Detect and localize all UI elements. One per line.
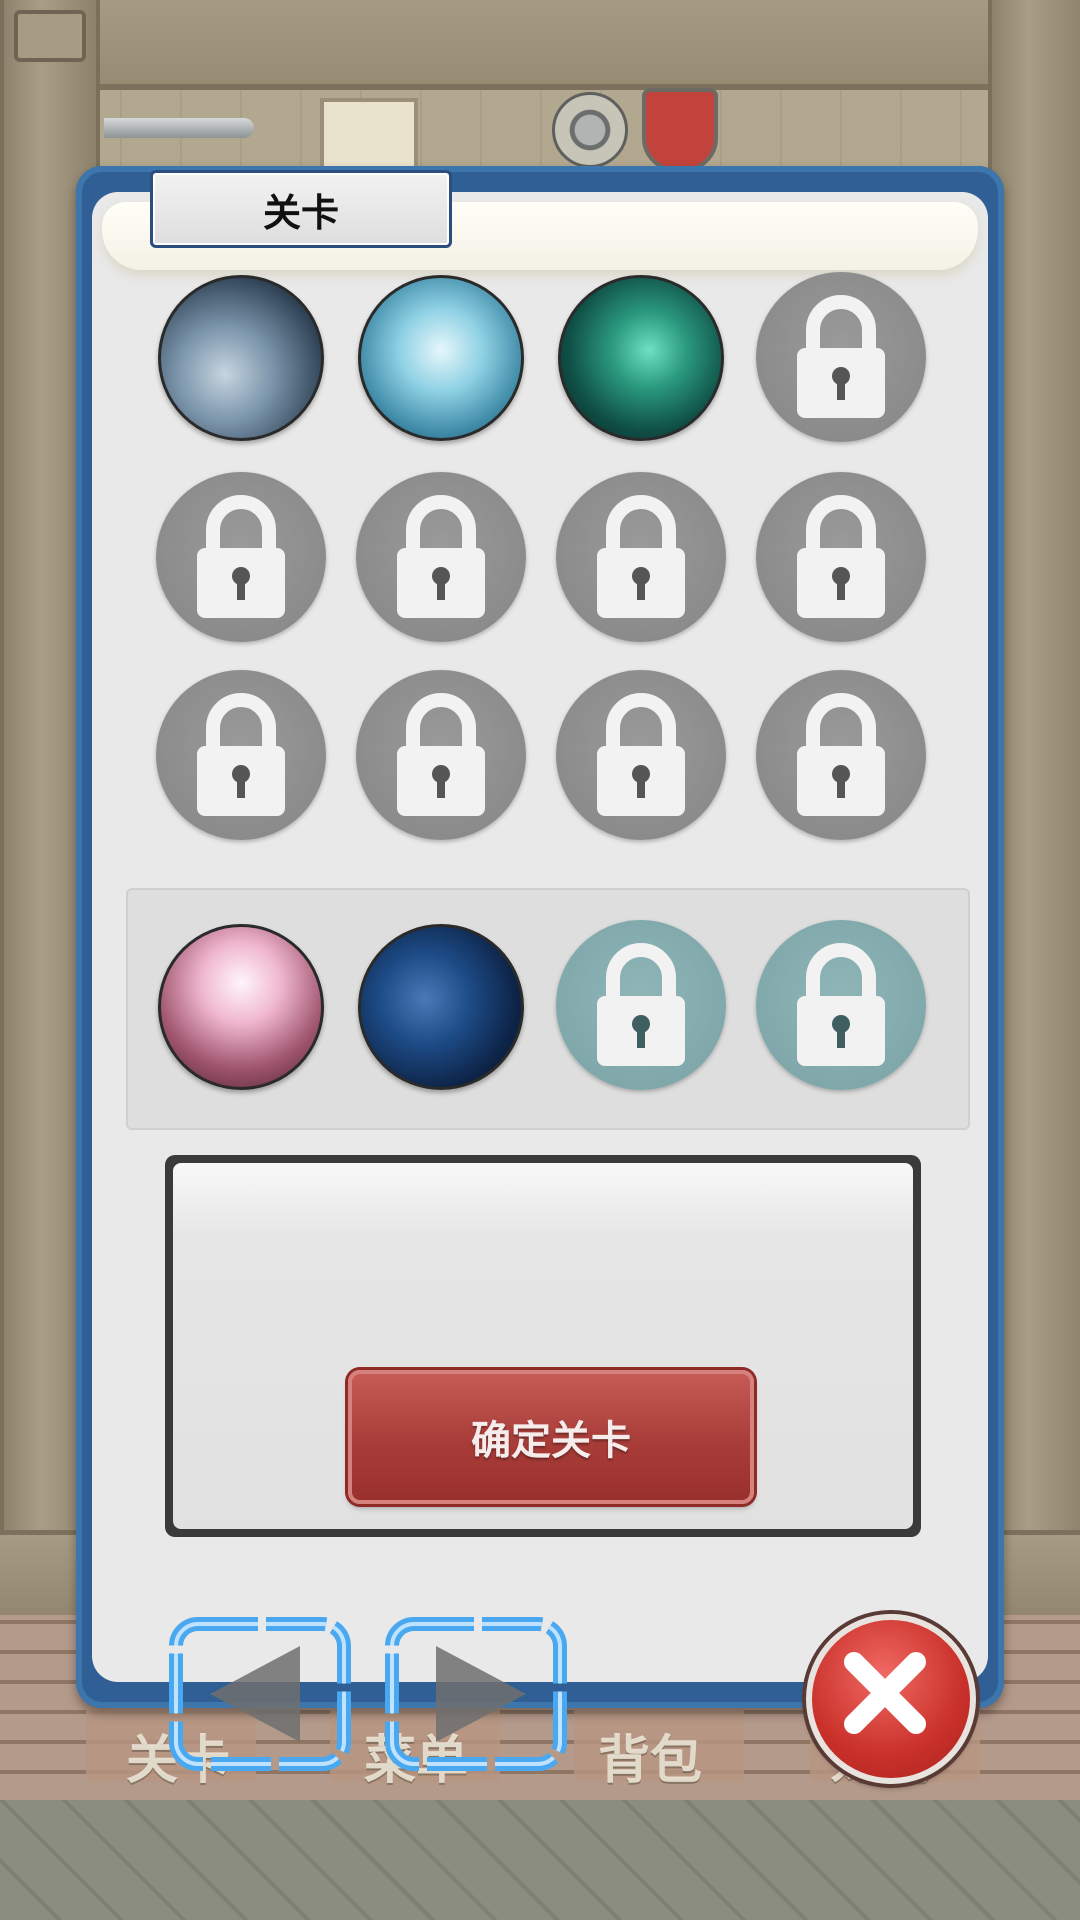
bg-tab-label: 背包 (598, 1731, 703, 1791)
level-7-button[interactable] (556, 472, 726, 642)
level-9-button[interactable] (156, 670, 326, 840)
close-button[interactable] (806, 1614, 976, 1784)
level-11-button[interactable] (556, 670, 726, 840)
lock-icon (397, 693, 485, 816)
dialog-title-tab: 关卡 (150, 170, 452, 248)
prev-page-button[interactable] (168, 1616, 352, 1772)
lock-icon (197, 693, 285, 816)
triangle-right-icon (385, 1617, 567, 1771)
background-window (320, 98, 418, 176)
close-x-icon (844, 1652, 926, 1734)
level-4-button[interactable] (756, 272, 926, 442)
confirm-level-button[interactable]: 确定关卡 (348, 1370, 754, 1504)
sword-decoration (104, 118, 254, 138)
special-level-4-button[interactable] (756, 920, 926, 1090)
ceiling-beam (0, 0, 1080, 90)
lock-icon (397, 495, 485, 618)
level-2-button[interactable] (358, 275, 524, 441)
lock-icon (197, 495, 285, 618)
special-level-3-button[interactable] (556, 920, 726, 1090)
lock-icon (797, 693, 885, 816)
level-6-button[interactable] (356, 472, 526, 642)
triangle-left-icon (169, 1617, 351, 1771)
lock-icon (597, 943, 685, 1066)
lock-icon (597, 495, 685, 618)
special-level-1-button[interactable] (158, 924, 324, 1090)
level-5-button[interactable] (156, 472, 326, 642)
level-3-button[interactable] (558, 275, 724, 441)
dialog-title: 关卡 (262, 190, 339, 235)
red-shield-decoration (642, 88, 718, 172)
level-1-button[interactable] (158, 275, 324, 441)
lock-icon (797, 943, 885, 1066)
level-12-button[interactable] (756, 670, 926, 840)
level-8-button[interactable] (756, 472, 926, 642)
round-shield-decoration (552, 92, 628, 168)
lock-icon (597, 693, 685, 816)
level-10-button[interactable] (356, 670, 526, 840)
floor-tiles (0, 1800, 1080, 1920)
special-level-2-button[interactable] (358, 924, 524, 1090)
confirm-level-label: 确定关卡 (471, 1418, 631, 1464)
next-page-button[interactable] (384, 1616, 568, 1772)
lock-icon (797, 495, 885, 618)
pillar-cap (14, 10, 86, 62)
lock-icon (797, 295, 885, 418)
